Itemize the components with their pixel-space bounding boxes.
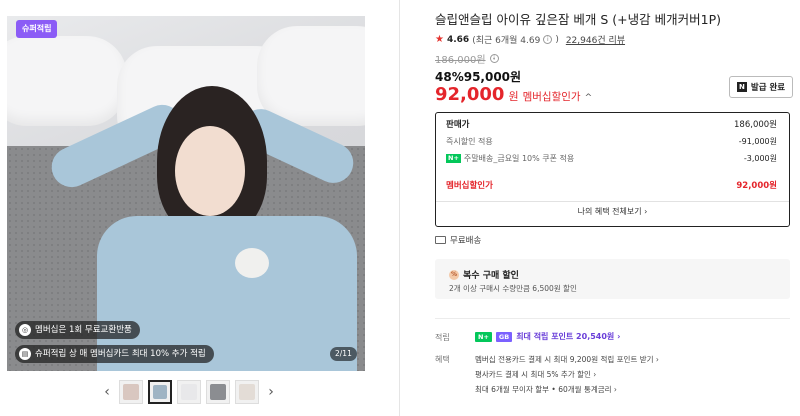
promo-pill-exchange: ◎ 멤버십은 1회 무료교환반품: [15, 321, 140, 339]
instant-discount-value: -91,000원: [738, 137, 777, 146]
member-total-label: 멤버십할인가: [446, 181, 493, 191]
coupon-discount-value: -3,000원: [743, 154, 777, 163]
sale-price-label: 판매가: [446, 120, 470, 130]
view-all-benefits-link[interactable]: 나의 혜택 전체보기 ›: [436, 206, 789, 217]
pillow-shape: [257, 26, 365, 126]
point-row[interactable]: N+ GB 최대 적립 포인트 20,540원 ›: [475, 331, 620, 342]
multi-buy-desc: 2개 이상 구매시 수량만큼 6,500원 할인: [449, 284, 577, 293]
price-breakdown-box: 판매가 186,000원 즉시할인 적용 -91,000원 N+ 주말배송_금요일…: [435, 112, 790, 227]
super-point-badge: 슈퍼적립: [16, 20, 58, 38]
sale-price-value: 186,000원: [734, 120, 777, 130]
benefit-card-discount-link[interactable]: 평사카드 결제 시 최대 5% 추가 할인 ›: [475, 369, 596, 380]
chevron-right-icon[interactable]: ›: [264, 378, 278, 406]
member-price: 92,000: [435, 84, 505, 105]
info-icon[interactable]: i: [543, 35, 553, 44]
rating-detail-close: ): [555, 34, 559, 45]
sale-price-row: 판매가 186,000원: [446, 118, 777, 130]
image-counter: 2/11: [330, 347, 357, 361]
rating-row: ★ 4.66 (최근 6개월 4.69 i) 22,946건 리뷰: [435, 33, 625, 46]
coupon-issued-button[interactable]: N 발급 완료: [729, 76, 793, 98]
star-icon: ★: [435, 34, 444, 45]
multi-buy-discount-box: % 복수 구매 할인 2개 이상 구매시 수량만큼 6,500원 할인: [435, 259, 790, 299]
promo-pill-card: ▤ 슈퍼적립 상 매 멤버십카드 최대 10% 추가 적립: [15, 345, 214, 363]
card-icon: ▤: [19, 348, 31, 360]
member-price-label: 멤버십할인가: [522, 91, 581, 103]
coupon-discount-row: N+ 주말배송_금요일 10% 쿠폰 적용 -3,000원: [446, 153, 777, 164]
instant-discount-row: 즉시할인 적용 -91,000원: [446, 136, 777, 147]
shipping-label: 무료배송: [450, 236, 482, 246]
review-count-link[interactable]: 22,946건 리뷰: [566, 33, 625, 46]
membership-icon: ◎: [19, 324, 31, 336]
thumbnail-strip: ‹ ›: [100, 378, 278, 406]
multi-buy-title-text: 복수 구매 할인: [463, 271, 519, 281]
pillow-shape: [7, 36, 127, 126]
divider: [436, 201, 789, 202]
promo-text: 멤버십은 1회 무료교환반품: [35, 325, 132, 335]
discount-icon: %: [449, 269, 459, 280]
product-page: 슈퍼적립 ◎ 멤버십은 1회 무료교환반품 ▤ 슈퍼적립 상 매 멤버십카드 최…: [0, 0, 800, 416]
member-price-unit: 원: [508, 90, 519, 103]
chevron-left-icon[interactable]: ‹: [100, 378, 114, 406]
divider: [435, 318, 790, 319]
scrunchie-shape: [235, 248, 269, 278]
benefit-card-point-link[interactable]: 멤버십 전용카드 결제 시 최대 9,200원 적립 포인트 받기 ›: [475, 354, 659, 365]
naver-plus-badge: N+: [475, 331, 492, 342]
member-price-row[interactable]: 92,000 원 멤버십할인가 ^: [435, 84, 592, 105]
benefit-label: 혜택: [435, 355, 450, 364]
point-label: 적립: [435, 333, 450, 342]
naver-n-icon: N: [736, 82, 747, 92]
discount-price: 48%95,000원: [435, 70, 522, 84]
coupon-discount-label: 주말배송_금요일 10% 쿠폰 적용: [463, 154, 575, 163]
naver-plus-icon: N+: [446, 154, 461, 163]
membership-badge: GB: [495, 331, 513, 342]
product-title: 슬립앤슬립 아이유 깊은잠 베개 S (+냉감 베개커버1P): [435, 12, 721, 27]
person-face-shape: [175, 126, 245, 216]
shipping-row: 무료배송: [435, 234, 481, 246]
benefit-installment-link[interactable]: 최대 6개월 무이자 할부 • 60개월 통계금리 ›: [475, 384, 617, 395]
multi-buy-title: % 복수 구매 할인: [449, 268, 519, 281]
rating-detail: (최근 6개월 4.69: [472, 36, 541, 46]
coupon-button-label: 발급 완료: [750, 83, 786, 93]
rating-value: 4.66: [446, 34, 470, 45]
info-icon[interactable]: i: [489, 54, 499, 63]
truck-icon: [435, 236, 446, 244]
thumbnail[interactable]: [177, 380, 201, 404]
max-point-text: 최대 적립 포인트 20,540원 ›: [516, 332, 621, 341]
thumbnail[interactable]: [235, 380, 259, 404]
main-product-image[interactable]: [7, 16, 365, 371]
promo-text: 슈퍼적립 상 매 멤버십카드 최대 10% 추가 적립: [35, 349, 206, 359]
chevron-up-icon[interactable]: ^: [585, 93, 593, 103]
thumbnail-active[interactable]: [148, 380, 172, 404]
member-total-row: 멤버십할인가 92,000원: [446, 179, 777, 191]
thumbnail[interactable]: [119, 380, 143, 404]
original-price-value: 186,000원: [435, 55, 486, 66]
instant-discount-label: 즉시할인 적용: [446, 137, 493, 146]
product-gallery: 슈퍼적립 ◎ 멤버십은 1회 무료교환반품 ▤ 슈퍼적립 상 매 멤버십카드 최…: [0, 0, 400, 416]
original-price: 186,000원 i: [435, 51, 499, 66]
thumbnail[interactable]: [206, 380, 230, 404]
member-total-value: 92,000원: [736, 181, 777, 191]
